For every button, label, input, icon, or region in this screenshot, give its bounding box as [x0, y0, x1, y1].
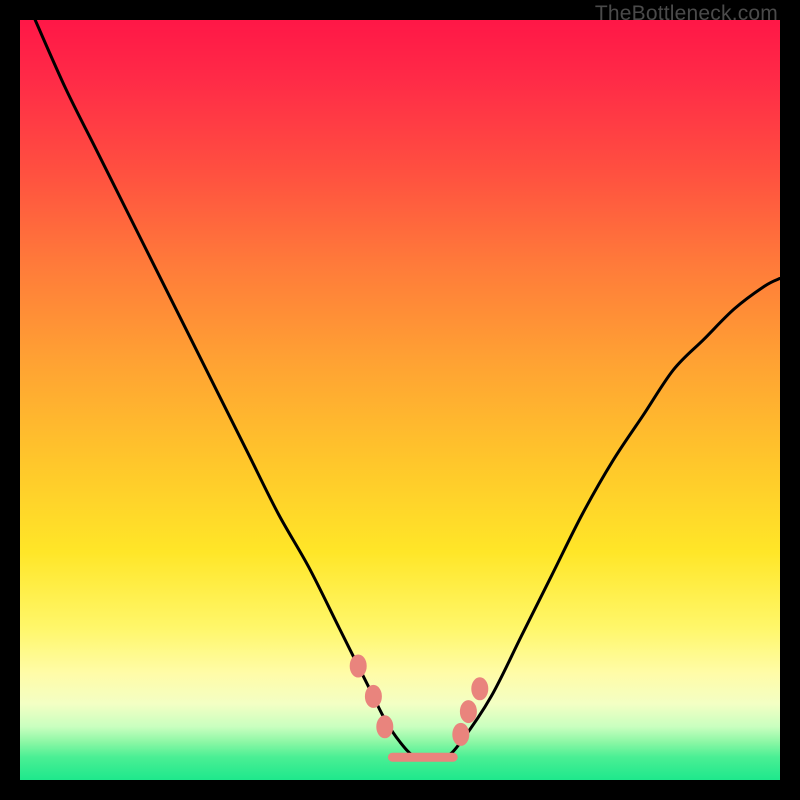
curve-marker [365, 685, 381, 707]
curve-marker [472, 678, 488, 700]
curve-marker [453, 723, 469, 745]
chart-frame: TheBottleneck.com [0, 0, 800, 800]
curve-marker [460, 701, 476, 723]
curve-markers [350, 655, 488, 745]
curve-marker [377, 716, 393, 738]
curve-marker [350, 655, 366, 677]
watermark-text: TheBottleneck.com [595, 2, 778, 26]
bottleneck-curve [20, 20, 780, 780]
plot-area [20, 20, 780, 780]
curve-line [35, 20, 780, 758]
